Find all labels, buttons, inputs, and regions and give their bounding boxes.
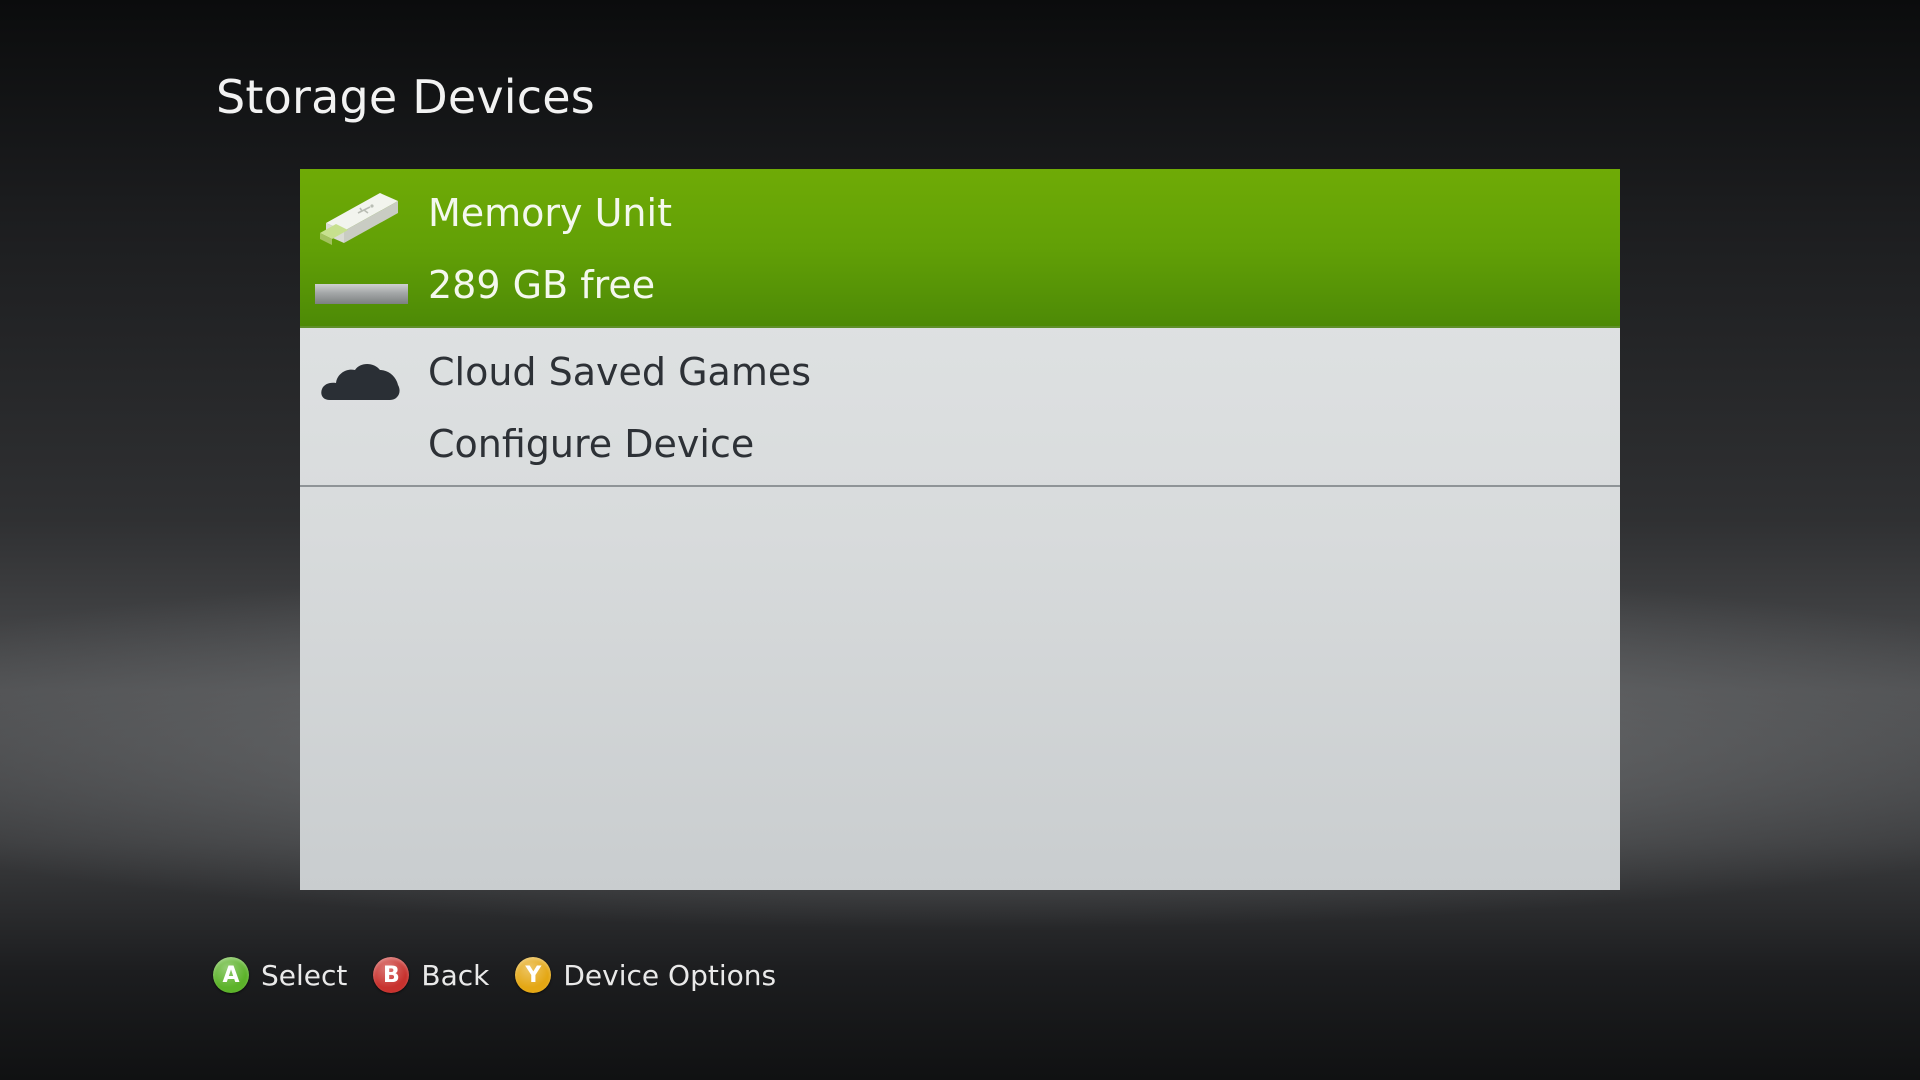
capacity-bar (315, 284, 408, 304)
hint-back[interactable]: B Back (373, 957, 489, 993)
device-name: Memory Unit (428, 191, 672, 235)
hint-label: Select (261, 958, 348, 992)
hint-label: Device Options (563, 958, 777, 992)
configure-device-label: Configure Device (428, 422, 755, 466)
device-row-memory-unit[interactable]: Memory Unit 289 GB free (300, 169, 1620, 328)
hint-device-options[interactable]: Y Device Options (515, 957, 776, 993)
device-name: Cloud Saved Games (428, 350, 812, 394)
button-hints: A Select B Back Y Device Options (213, 955, 802, 995)
device-row-cloud-saved-games[interactable]: Cloud Saved Games Configure Device (300, 328, 1620, 487)
b-button-icon: B (373, 957, 410, 993)
free-space-label: 289 GB free (428, 263, 656, 307)
hint-select[interactable]: A Select (213, 957, 347, 993)
y-button-icon: Y (515, 957, 552, 993)
usb-drive-icon (318, 189, 402, 253)
storage-device-list: Memory Unit 289 GB free Cloud Saved Game… (300, 169, 1620, 890)
a-button-icon: A (213, 957, 249, 993)
cloud-icon (318, 348, 402, 412)
page-title: Storage Devices (216, 70, 595, 124)
hint-label: Back (421, 958, 490, 992)
